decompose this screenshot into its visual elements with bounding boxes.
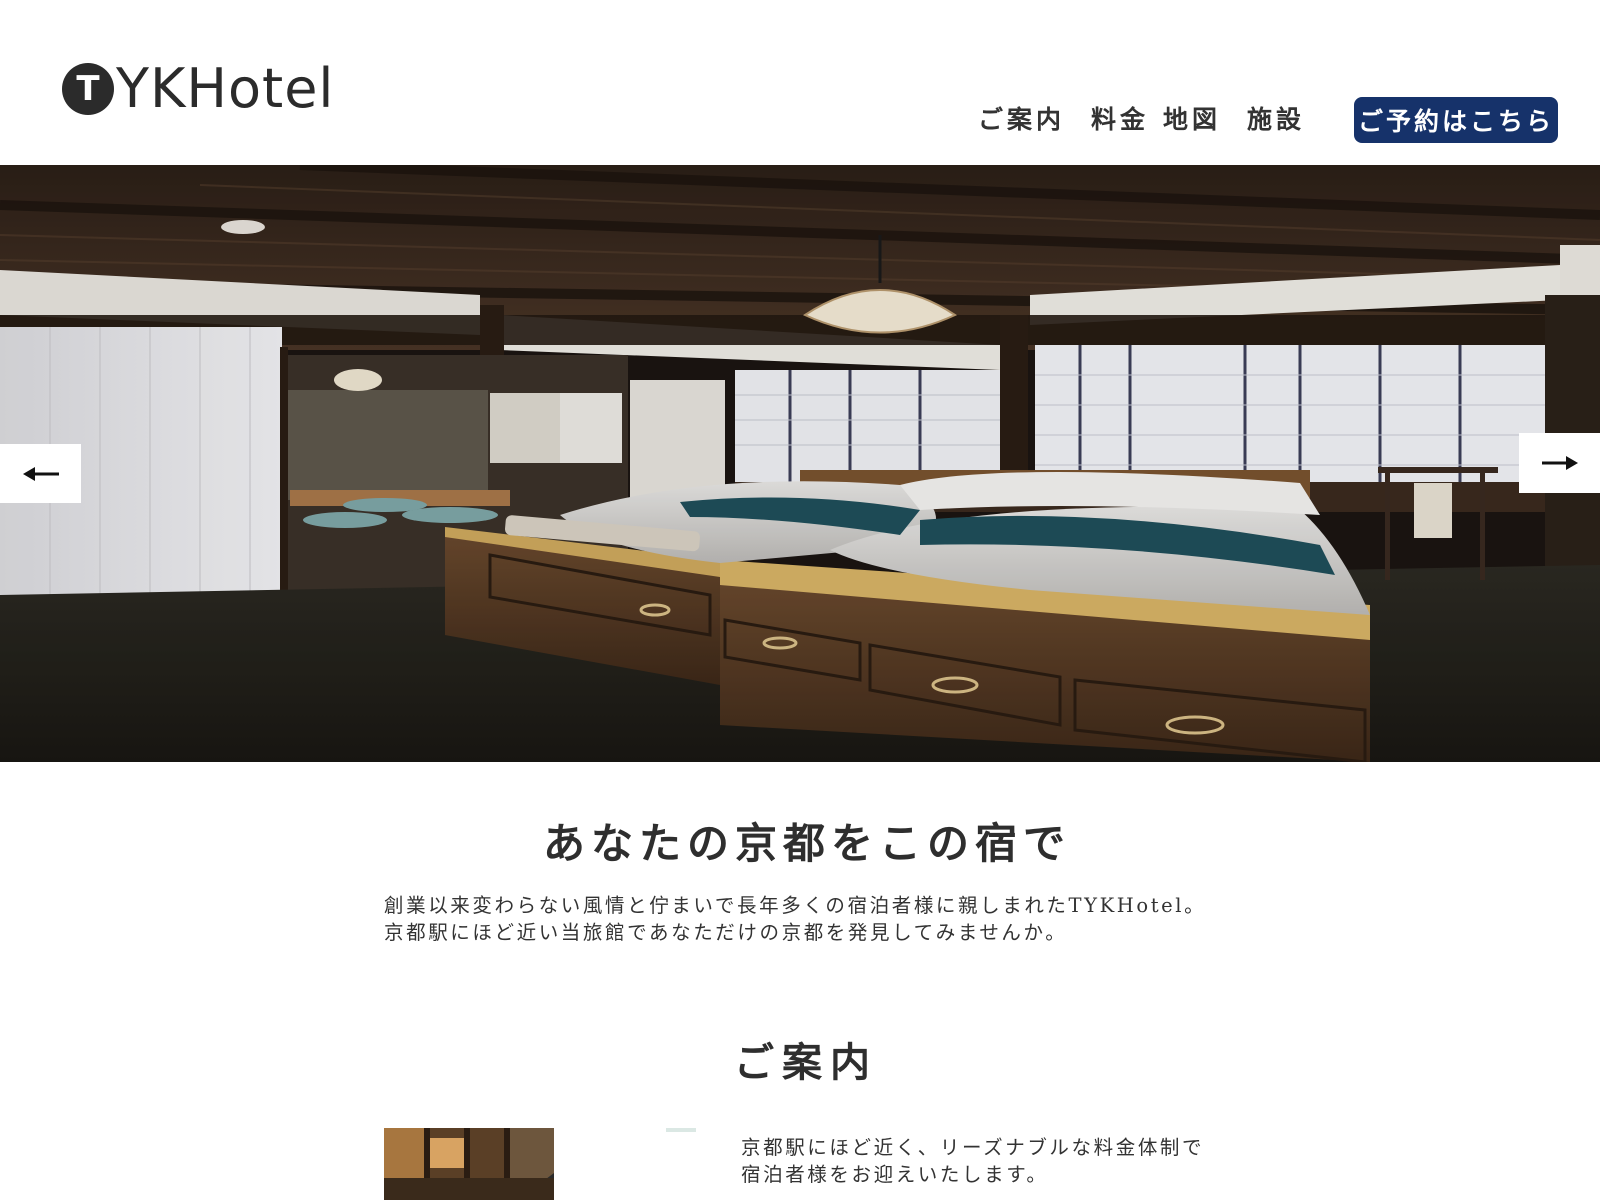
nav-item-facility[interactable]: 施設 bbox=[1247, 100, 1305, 136]
intro-title: あなたの京都をこの宿で bbox=[542, 819, 1071, 868]
intro-text: 創業以来変わらない風情と佇まいで長年多くの宿泊者様に親しまれたTYKHotel。… bbox=[384, 892, 1264, 946]
nav-item-price[interactable]: 料金 bbox=[1091, 100, 1149, 136]
guide-text: 京都駅にほど近く、リーズナブルな料金体制で 宿泊者様をお迎えいたします。 bbox=[741, 1134, 1204, 1188]
hero-slider bbox=[0, 165, 1600, 762]
nav-item-map[interactable]: 地図 bbox=[1163, 100, 1221, 136]
site-logo[interactable]: T YKHotel bbox=[62, 62, 334, 116]
logo-text: YKHotel bbox=[116, 57, 335, 120]
guide-line-1: 京都駅にほど近く、リーズナブルな料金体制で bbox=[741, 1136, 1205, 1159]
nav-item-guide[interactable]: ご案内 bbox=[978, 100, 1065, 136]
reserve-button[interactable]: ご予約はこちら bbox=[1354, 97, 1558, 143]
slider-next-button[interactable] bbox=[1519, 433, 1600, 493]
intro-line-1: 創業以来変わらない風情と佇まいで長年多くの宿泊者様に親しまれたTYKHotel。 bbox=[384, 894, 1207, 917]
site-header: T YKHotel ご案内 料金 地図 施設 ご予約はこちら bbox=[0, 0, 1600, 165]
guide-line-2: 宿泊者様をお迎えいたします。 bbox=[741, 1163, 1049, 1186]
intro-line-2: 京都駅にほど近い当旅館であなただけの京都を発見してみませんか。 bbox=[384, 921, 1068, 944]
slider-prev-button[interactable] bbox=[0, 444, 81, 503]
guide-photo bbox=[384, 1128, 702, 1200]
arrow-right-icon bbox=[1541, 456, 1578, 470]
hero-image bbox=[0, 165, 1600, 762]
main-nav: ご案内 料金 地図 施設 bbox=[978, 100, 1305, 136]
arrow-left-icon bbox=[22, 466, 59, 481]
logo-mark: T bbox=[62, 63, 114, 115]
guide-section-title: ご案内 bbox=[734, 1039, 878, 1086]
